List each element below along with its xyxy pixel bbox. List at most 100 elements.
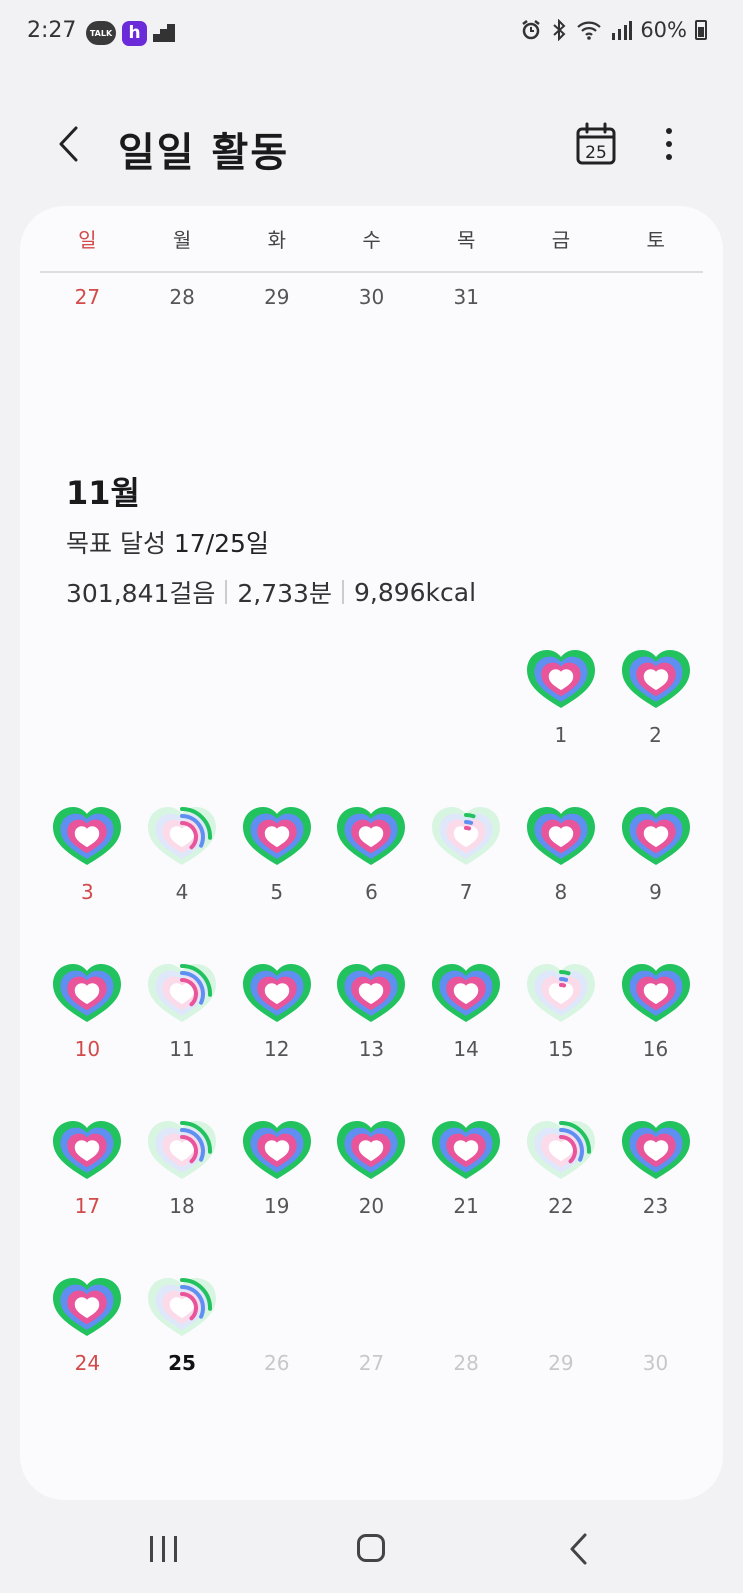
day-number: 25 — [168, 1351, 196, 1375]
day-number: 16 — [642, 1037, 669, 1061]
activity-heart-icon — [621, 1121, 690, 1179]
day-number: 7 — [459, 880, 473, 904]
calendar-day-cell[interactable]: 6 — [324, 803, 419, 904]
prev-month-day[interactable]: 27 — [40, 285, 135, 309]
prev-month-day — [514, 285, 609, 309]
calendar-day-cell[interactable]: 20 — [324, 1117, 419, 1218]
day-number: 28 — [453, 1351, 479, 1375]
home-button[interactable] — [357, 1534, 385, 1562]
prev-month-day — [608, 285, 703, 309]
activity-heart-icon — [621, 807, 690, 865]
back-button[interactable] — [48, 122, 88, 166]
calendar-day-cell: 27 — [324, 1274, 419, 1375]
calendar-day-cell[interactable]: 23 — [608, 1117, 703, 1218]
day-number: 2 — [649, 723, 662, 747]
activity-heart-icon — [526, 650, 595, 708]
activity-heart-icon — [333, 1274, 409, 1342]
calendar-day-cell[interactable]: 7 — [419, 803, 514, 904]
calendar-day-cell[interactable]: 4 — [135, 803, 230, 904]
activity-heart-icon — [53, 807, 122, 865]
activity-heart-icon — [618, 1274, 694, 1342]
day-number: 17 — [74, 1194, 101, 1218]
calendar-day-cell[interactable]: 17 — [40, 1117, 135, 1218]
notification-icons: TALK h — [86, 18, 175, 48]
activity-heart-icon — [526, 1121, 595, 1179]
calendar-day-cell[interactable]: 9 — [608, 803, 703, 904]
alarm-icon — [522, 20, 541, 40]
activity-heart-icon — [242, 1121, 311, 1179]
calendar-day-cell[interactable]: 1 — [514, 646, 609, 747]
calendar-day-cell[interactable]: 19 — [229, 1117, 324, 1218]
separator — [341, 580, 344, 604]
calendar-day-number: 25 — [585, 143, 607, 163]
chevron-left-icon — [570, 1533, 587, 1565]
calendar-day-cell: 29 — [514, 1274, 609, 1375]
system-back-button[interactable] — [568, 1532, 588, 1570]
activity-heart-icon — [432, 807, 501, 865]
prev-month-day[interactable]: 31 — [419, 285, 514, 309]
day-number: 9 — [649, 880, 662, 904]
more-options-button[interactable] — [655, 122, 683, 166]
calendar-day-cell[interactable]: 8 — [514, 803, 609, 904]
day-number: 18 — [169, 1194, 195, 1218]
day-number: 21 — [453, 1194, 479, 1218]
status-bar: 2:27 TALK h 60% — [0, 0, 743, 64]
calendar-day-cell[interactable]: 16 — [608, 960, 703, 1061]
activity-heart-icon — [53, 1121, 122, 1179]
calendar-day-cell[interactable]: 25 — [135, 1274, 230, 1375]
activity-heart-icon — [621, 964, 690, 1022]
calendar-day-cell[interactable]: 18 — [135, 1117, 230, 1218]
prev-month-day[interactable]: 28 — [135, 285, 230, 309]
day-number: 22 — [548, 1194, 574, 1218]
calendar-day-cell[interactable]: 11 — [135, 960, 230, 1061]
day-number: 5 — [270, 880, 284, 904]
calendar-day-cell[interactable]: 3 — [40, 803, 135, 904]
recent-apps-button[interactable] — [150, 1536, 177, 1562]
activity-heart-icon — [53, 1278, 122, 1336]
calendar-day-cell[interactable]: 22 — [514, 1117, 609, 1218]
calendar-day-cell[interactable]: 21 — [419, 1117, 514, 1218]
kakaotalk-icon: TALK — [86, 21, 116, 45]
prev-month-day[interactable]: 29 — [229, 285, 324, 309]
weekday-label: 월 — [172, 228, 192, 252]
calendar-day-cell[interactable]: 24 — [40, 1274, 135, 1375]
calendar-day-cell[interactable]: 13 — [324, 960, 419, 1061]
activity-heart-icon — [242, 807, 311, 865]
calendar-day-cell[interactable]: 15 — [514, 960, 609, 1061]
day-number: 3 — [80, 880, 94, 904]
activity-heart-icon — [526, 964, 595, 1022]
h-app-icon: h — [122, 20, 147, 46]
weekday-label: 일 — [78, 228, 97, 252]
calendar-day-cell[interactable]: 12 — [229, 960, 324, 1061]
day-number: 4 — [175, 880, 189, 904]
day-number: 10 — [74, 1037, 101, 1061]
activity-heart-icon — [337, 807, 406, 865]
goal-value: 17/25일 — [173, 529, 269, 558]
activity-heart-icon — [337, 964, 406, 1022]
activity-heart-icon — [526, 807, 595, 865]
separator — [225, 580, 228, 604]
divider — [40, 271, 703, 273]
activity-heart-icon — [239, 1274, 315, 1342]
day-number: 27 — [358, 1351, 385, 1375]
calendar-day-cell: 30 — [608, 1274, 703, 1375]
day-number: 6 — [365, 880, 378, 904]
calendar-day-cell[interactable]: 2 — [608, 646, 703, 747]
calendar-today-button[interactable]: 25 — [575, 122, 617, 166]
calendar-day-cell[interactable]: 10 — [40, 960, 135, 1061]
day-number: 13 — [358, 1037, 385, 1061]
day-number: 1 — [554, 723, 568, 747]
calendar-day-cell[interactable]: 14 — [419, 960, 514, 1061]
battery-icon — [695, 20, 707, 40]
system-status-icons: 60% — [520, 18, 707, 42]
activity-heart-icon — [242, 964, 311, 1022]
day-number: 23 — [642, 1194, 669, 1218]
prev-month-day[interactable]: 30 — [324, 285, 419, 309]
calendar-day-cell[interactable]: 5 — [229, 803, 324, 904]
day-number: 20 — [358, 1194, 385, 1218]
signal-icon — [612, 21, 633, 40]
activity-heart-icon — [337, 1121, 406, 1179]
chevron-left-icon — [59, 126, 78, 162]
stairs-icon — [153, 24, 175, 42]
calendar-day-cell: 26 — [229, 1274, 324, 1375]
